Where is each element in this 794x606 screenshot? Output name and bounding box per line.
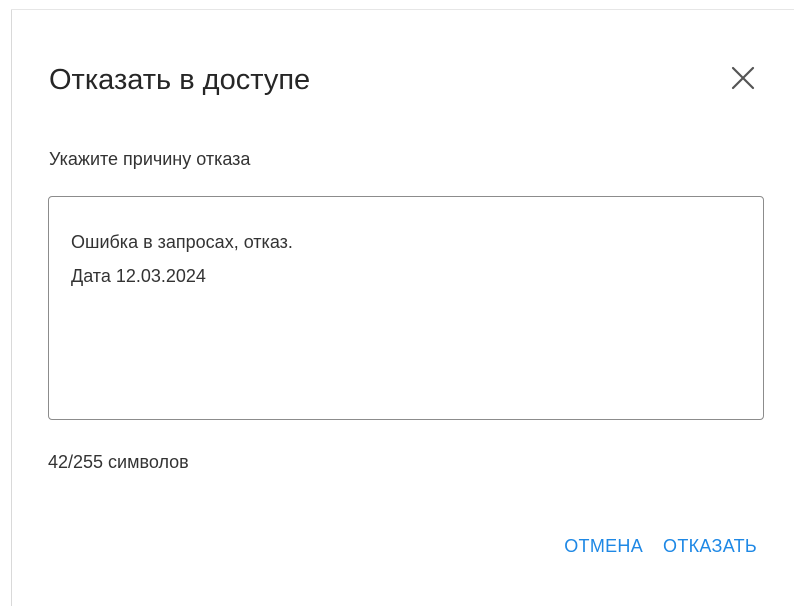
dialog-title: Отказать в доступе: [49, 64, 311, 96]
close-icon: [731, 66, 755, 90]
reason-text-line-1: Ошибка в запросах, отказ.: [71, 232, 293, 252]
cancel-button[interactable]: ОТМЕНА: [564, 534, 643, 558]
reason-field-label: Укажите причину отказа: [49, 149, 251, 169]
window-edge-top: [11, 0, 794, 10]
dialog-actions: ОТМЕНА ОТКАЗАТЬ: [564, 534, 757, 558]
window-edge-left: [0, 0, 12, 606]
reason-text-line-2: Дата 12.03.2024: [71, 266, 206, 286]
close-button[interactable]: [727, 62, 759, 94]
reason-textarea[interactable]: Ошибка в запросах, отказ. Дата 12.03.202…: [48, 196, 764, 420]
deny-button[interactable]: ОТКАЗАТЬ: [663, 534, 757, 558]
character-counter: 42/255 символов: [48, 452, 189, 472]
deny-access-dialog: Отказать в доступе Укажите причину отказ…: [12, 10, 794, 606]
page: Отказать в доступе Укажите причину отказ…: [0, 0, 794, 606]
